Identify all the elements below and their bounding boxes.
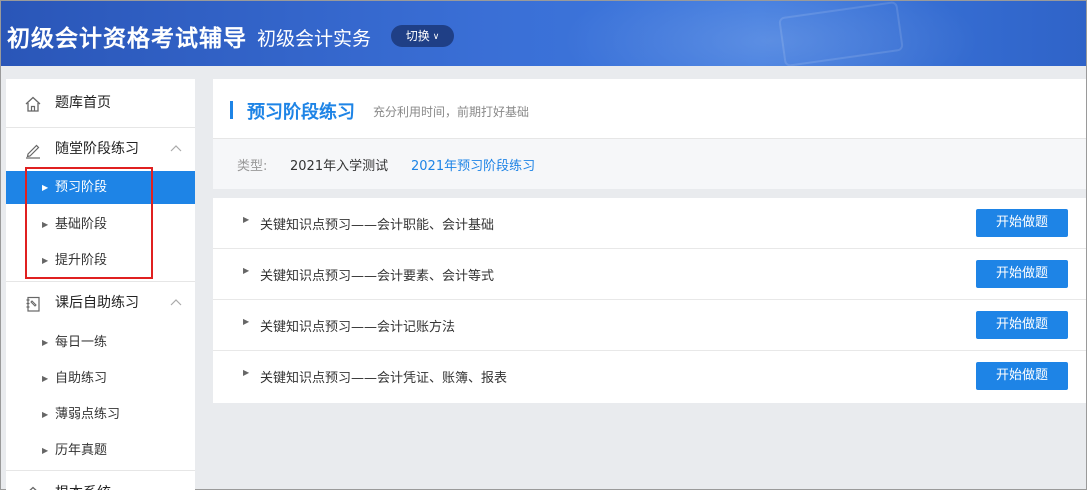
sidebar-subitem-label: 预习阶段	[55, 180, 108, 195]
list-item[interactable]: ▶ 关键知识点预习——会计职能、会计基础 开始做题	[213, 198, 1086, 249]
sidebar-subitem-label: 自助练习	[55, 371, 108, 386]
sidebar-subitem-label: 每日一练	[55, 335, 108, 350]
subject-title: 初级会计实务	[257, 28, 372, 50]
app-header: 初级会计资格考试辅导 初级会计实务 切换 ∨	[1, 1, 1086, 66]
chevron-up-icon	[170, 145, 182, 152]
start-practice-button[interactable]: 开始做题	[976, 260, 1068, 288]
caret-right-icon: ▶	[42, 410, 49, 419]
sidebar-group-label: 根本系统	[55, 475, 111, 490]
caret-right-icon: ▶	[42, 220, 49, 229]
sidebar-group-stage-practice[interactable]: 随堂阶段练习	[6, 131, 195, 167]
app-title: 初级会计资格考试辅导	[7, 26, 247, 52]
caret-right-icon: ▶	[42, 338, 49, 347]
pencil-icon	[26, 144, 40, 159]
caret-right-icon: ▶	[42, 256, 49, 265]
caret-right-icon: ▶	[42, 374, 49, 383]
exercise-title: 关键知识点预习——会计要素、会计等式	[260, 269, 495, 284]
caret-right-icon: ▶	[243, 266, 250, 275]
switch-subject-button[interactable]: 切换 ∨	[391, 25, 454, 47]
list-item[interactable]: ▶ 关键知识点预习——会计要素、会计等式 开始做题	[213, 249, 1086, 300]
list-item[interactable]: ▶ 关键知识点预习——会计凭证、账簿、报表 开始做题	[213, 351, 1086, 402]
chevron-down-icon: ∨	[432, 32, 440, 42]
caret-right-icon: ▶	[243, 317, 250, 326]
notebook-icon	[26, 296, 40, 312]
divider	[6, 281, 195, 282]
page-header-card: 预习阶段练习 充分利用时间，前期打好基础 类型: 2021年入学测试 2021年…	[213, 79, 1086, 189]
start-practice-button[interactable]: 开始做题	[976, 362, 1068, 390]
divider	[6, 470, 195, 471]
sidebar-subitem-weakpoints[interactable]: ▶ 薄弱点练习	[6, 398, 195, 431]
filter-option-entrance-test[interactable]: 2021年入学测试	[290, 155, 388, 174]
list-item[interactable]: ▶ 关键知识点预习——会计记账方法 开始做题	[213, 300, 1086, 351]
sidebar-group-label: 课后自助练习	[55, 295, 139, 311]
exercise-title: 关键知识点预习——会计记账方法	[260, 320, 456, 335]
start-practice-button[interactable]: 开始做题	[976, 311, 1068, 339]
sidebar: 题库首页 随堂阶段练习 ▶ 预习阶段 ▶ 基础阶段 ▶ 提升阶段 课后自助练习	[6, 79, 195, 490]
sidebar-subitem-self[interactable]: ▶ 自助练习	[6, 362, 195, 395]
filter-option-preview-practice[interactable]: 2021年预习阶段练习	[411, 155, 535, 174]
sidebar-group-partial[interactable]: 根本系统	[6, 475, 195, 490]
exercise-list: ▶ 关键知识点预习——会计职能、会计基础 开始做题 ▶ 关键知识点预习——会计要…	[213, 198, 1086, 403]
start-practice-button[interactable]: 开始做题	[976, 209, 1068, 237]
chevron-up-icon	[170, 299, 182, 306]
home-icon	[29, 486, 37, 490]
type-filter: 类型: 2021年入学测试 2021年预习阶段练习	[213, 138, 1086, 189]
home-icon	[25, 96, 41, 112]
page-description: 充分利用时间，前期打好基础	[373, 105, 530, 119]
exercise-title: 关键知识点预习——会计凭证、账簿、报表	[260, 371, 508, 386]
caret-right-icon: ▶	[243, 215, 250, 224]
sidebar-subitem-label: 提升阶段	[55, 253, 108, 268]
page-title: 预习阶段练习	[247, 102, 355, 123]
sidebar-subitem-daily[interactable]: ▶ 每日一练	[6, 326, 195, 359]
sidebar-subitem-label: 历年真题	[55, 443, 108, 458]
sidebar-subitem-preview[interactable]: ▶ 预习阶段	[6, 171, 195, 204]
sidebar-subitem-basic[interactable]: ▶ 基础阶段	[6, 208, 195, 241]
caret-right-icon: ▶	[243, 368, 250, 377]
divider	[6, 127, 195, 128]
sidebar-subitem-advanced[interactable]: ▶ 提升阶段	[6, 244, 195, 277]
caret-right-icon: ▶	[42, 446, 49, 455]
sidebar-subitem-label: 基础阶段	[55, 217, 108, 232]
sidebar-group-self-practice[interactable]: 课后自助练习	[6, 285, 195, 321]
sidebar-subitem-past-exams[interactable]: ▶ 历年真题	[6, 434, 195, 467]
header-decoration	[561, 1, 981, 66]
sidebar-item-label: 题库首页	[55, 95, 111, 111]
filter-label: 类型:	[237, 159, 268, 174]
sidebar-subitem-label: 薄弱点练习	[55, 407, 121, 422]
sidebar-item-home[interactable]: 题库首页	[6, 85, 195, 121]
caret-right-icon: ▶	[42, 183, 49, 192]
switch-label: 切换	[405, 29, 430, 43]
title-accent-bar	[230, 101, 233, 119]
sidebar-group-label: 随堂阶段练习	[55, 141, 139, 157]
exercise-title: 关键知识点预习——会计职能、会计基础	[260, 218, 495, 233]
